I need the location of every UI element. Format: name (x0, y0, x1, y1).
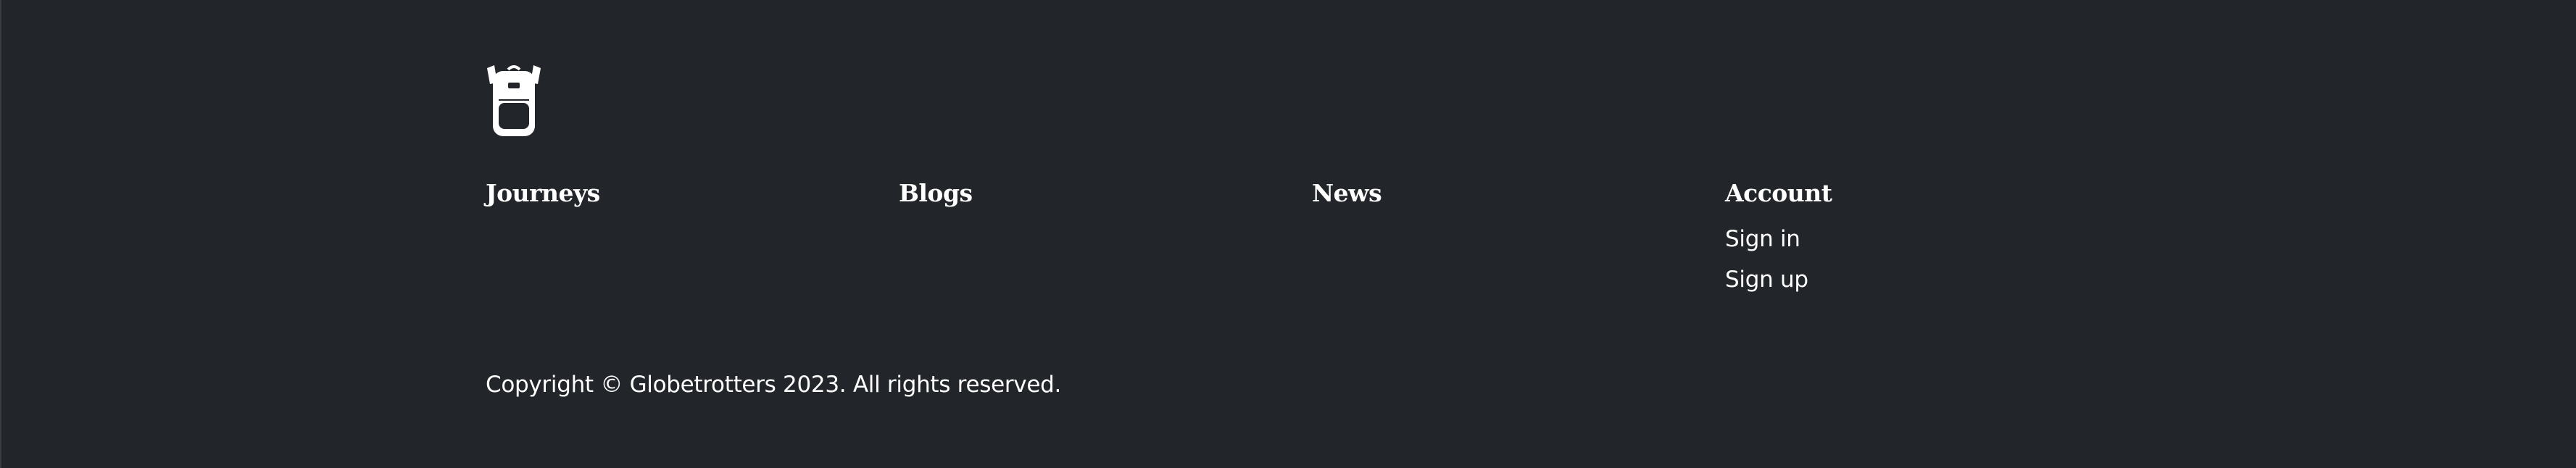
sign-in-link[interactable]: Sign in (1725, 219, 1832, 259)
copyright-text: Copyright © Globetrotters 2023. All righ… (486, 372, 1062, 398)
backpack-icon[interactable] (484, 62, 544, 139)
footer-heading-journeys[interactable]: Journeys (486, 177, 600, 210)
footer-heading-news[interactable]: News (1312, 177, 1382, 210)
footer-column-blogs: Blogs (899, 177, 973, 210)
account-links-list: Sign in Sign up (1725, 219, 1832, 300)
footer-heading-account[interactable]: Account (1725, 177, 1832, 210)
footer-column-account: Account Sign in Sign up (1725, 177, 1832, 300)
footer-column-news: News (1312, 177, 1382, 210)
sign-up-link[interactable]: Sign up (1725, 259, 1832, 300)
site-footer: Journeys Blogs News Account Sign in Sign… (0, 0, 2576, 468)
footer-heading-blogs[interactable]: Blogs (899, 177, 973, 210)
footer-column-journeys: Journeys (486, 177, 600, 210)
